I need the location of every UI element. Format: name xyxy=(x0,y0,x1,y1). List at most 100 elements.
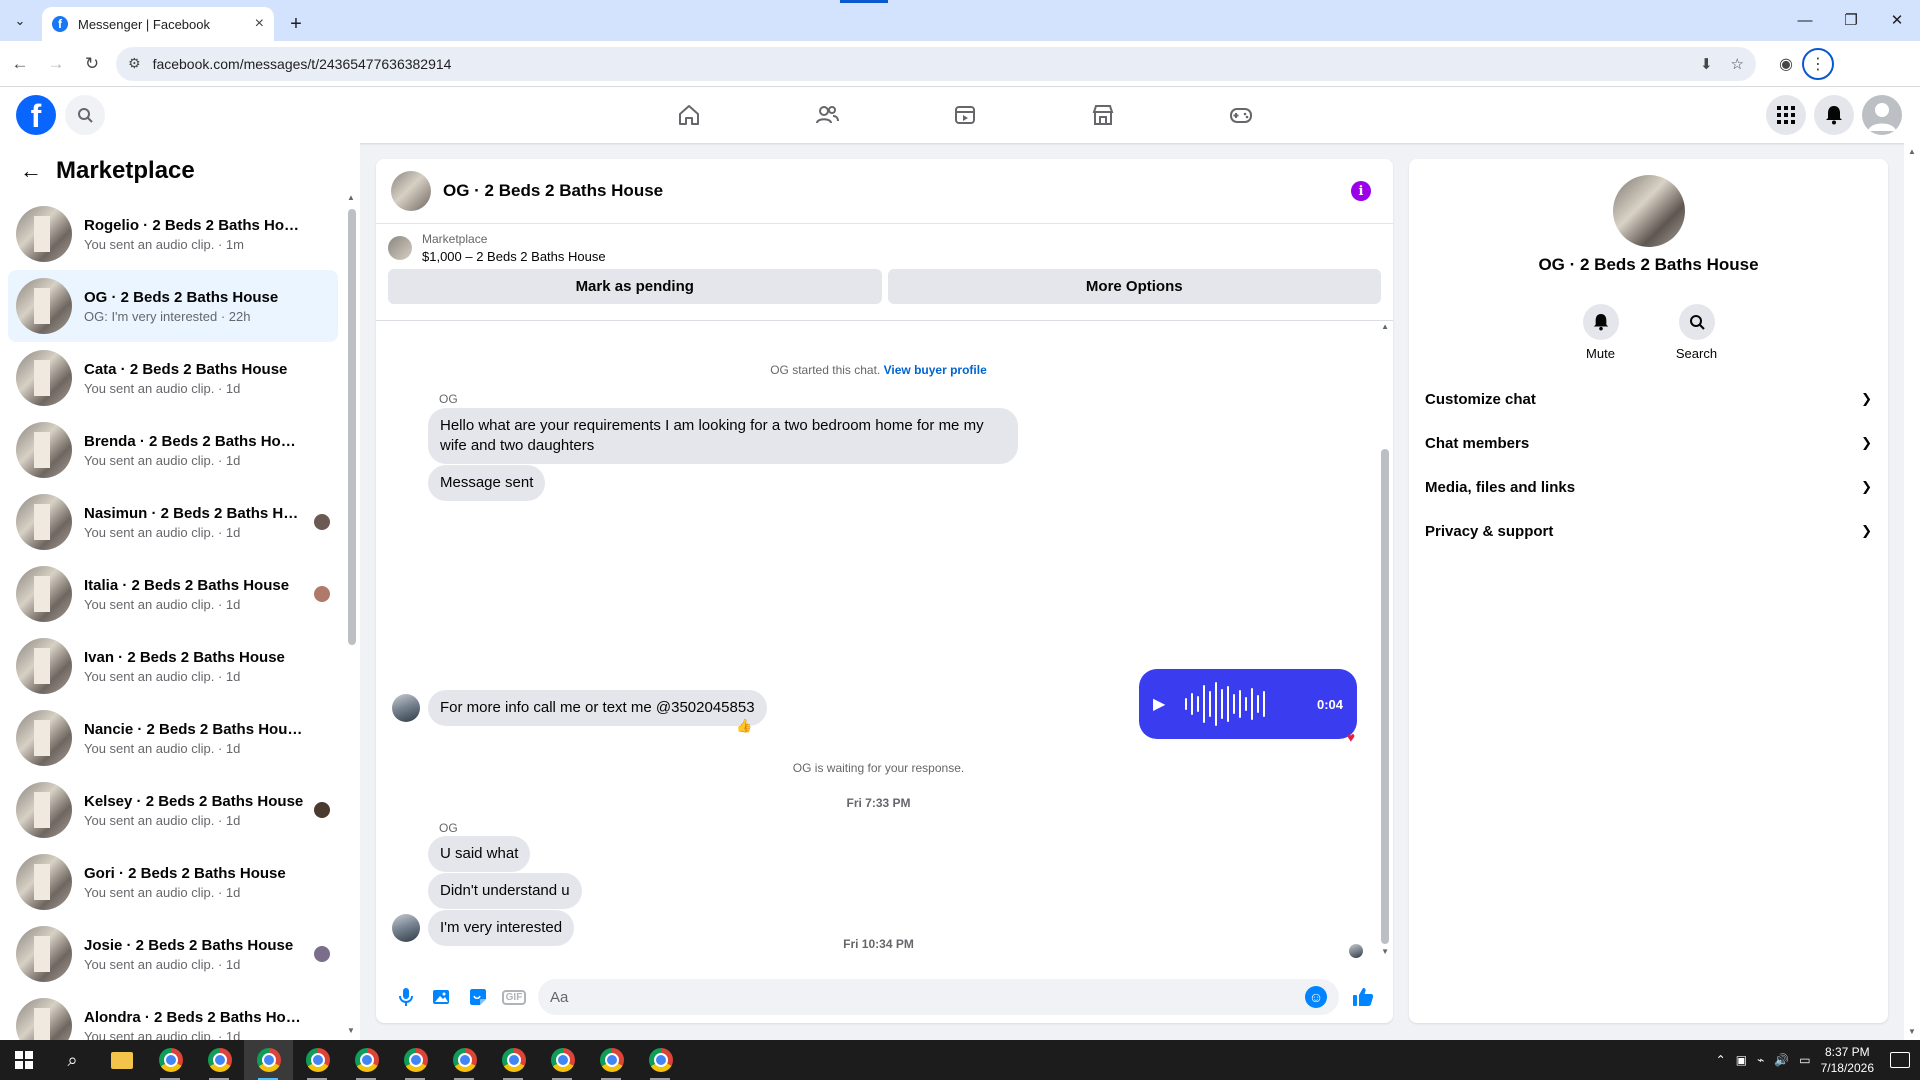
conversation-item[interactable]: Italia · 2 Beds 2 Baths House You sent an… xyxy=(8,558,338,630)
conversation-item[interactable]: Brenda · 2 Beds 2 Baths House You sent an… xyxy=(8,414,338,486)
volume-icon[interactable]: 🔊 xyxy=(1774,1053,1789,1067)
listing-summary[interactable]: Marketplace $1,000 – 2 Beds 2 Baths Hous… xyxy=(388,232,1381,264)
restore-button[interactable]: ❐ xyxy=(1828,0,1874,40)
message-bubble[interactable]: Didn't understand u xyxy=(428,873,582,909)
chat-members-section[interactable]: Chat members ❯ xyxy=(1425,421,1872,465)
chrome-taskbar-button[interactable] xyxy=(146,1040,195,1080)
gif-button[interactable]: GIF xyxy=(496,979,532,1015)
scroll-down-arrow[interactable]: ▼ xyxy=(347,1026,355,1035)
more-options-button[interactable]: More Options xyxy=(887,269,1381,304)
message-bubble[interactable]: I'm very interested xyxy=(428,910,575,946)
search-conversation-button[interactable]: Search xyxy=(1667,304,1727,361)
conversation-item[interactable]: Nasimun · 2 Beds 2 Baths House You sent a… xyxy=(8,486,338,558)
conversation-item[interactable]: Rogelio · 2 Beds 2 Baths House You sent a… xyxy=(8,198,338,270)
marketplace-tab[interactable] xyxy=(1034,87,1172,143)
taskbar-search-button[interactable]: ⌕ xyxy=(48,1040,97,1080)
start-button[interactable] xyxy=(0,1040,48,1080)
sidebar-scrollbar[interactable] xyxy=(348,209,356,645)
browser-menu-button[interactable]: ⋮ xyxy=(1802,47,1834,80)
account-avatar[interactable] xyxy=(1862,95,1902,135)
conversation-item[interactable]: Nancie · 2 Beds 2 Baths House You sent an… xyxy=(8,702,338,774)
thumbs-up-reaction-icon[interactable]: 👍 xyxy=(736,718,752,734)
conversation-item[interactable]: Cata · 2 Beds 2 Baths House You sent an a… xyxy=(8,342,338,414)
info-icon[interactable]: i xyxy=(1351,181,1371,201)
emoji-icon[interactable]: ☺ xyxy=(1305,986,1327,1008)
conversation-item-active[interactable]: OG · 2 Beds 2 Baths House OG: I'm very in… xyxy=(8,270,338,342)
chrome-taskbar-button[interactable] xyxy=(538,1040,587,1080)
chrome-taskbar-button[interactable] xyxy=(587,1040,636,1080)
audio-message[interactable]: ▶ 0:04 xyxy=(1139,669,1357,739)
chrome-taskbar-button[interactable] xyxy=(489,1040,538,1080)
scroll-down-arrow[interactable]: ▼ xyxy=(1908,1027,1916,1036)
play-icon[interactable]: ▶ xyxy=(1153,694,1173,714)
chat-avatar[interactable] xyxy=(391,171,431,211)
message-bubble[interactable]: For more info call me or text me @350204… xyxy=(428,690,767,726)
bookmark-star-icon[interactable]: ☆ xyxy=(1731,55,1744,73)
conversation-item[interactable]: Kelsey · 2 Beds 2 Baths House You sent an… xyxy=(8,774,338,846)
sender-avatar[interactable] xyxy=(392,914,420,942)
page-scrollbar[interactable]: ▲ ▼ xyxy=(1904,143,1920,1040)
conversation-item[interactable]: Ivan · 2 Beds 2 Baths House You sent an a… xyxy=(8,630,338,702)
tab-search-button[interactable]: ⌄ xyxy=(6,7,34,35)
url-text[interactable]: facebook.com/messages/t/2436547763638291… xyxy=(153,56,1682,72)
chrome-taskbar-button-active[interactable] xyxy=(244,1040,293,1080)
conversation-item[interactable]: Josie · 2 Beds 2 Baths House You sent an … xyxy=(8,918,338,990)
network-icon[interactable]: ⌁ xyxy=(1757,1053,1764,1067)
chrome-taskbar-button[interactable] xyxy=(342,1040,391,1080)
menu-grid-button[interactable] xyxy=(1766,95,1806,135)
chat-title[interactable]: OG · 2 Beds 2 Baths House xyxy=(443,181,663,201)
details-avatar[interactable] xyxy=(1613,175,1685,247)
chrome-taskbar-button[interactable] xyxy=(636,1040,685,1080)
privacy-support-section[interactable]: Privacy & support ❯ xyxy=(1425,509,1872,553)
thumbs-up-send-icon[interactable] xyxy=(1345,979,1381,1015)
sender-avatar[interactable] xyxy=(392,694,420,722)
microphone-icon[interactable] xyxy=(388,979,424,1015)
video-tab[interactable] xyxy=(896,87,1034,143)
home-tab[interactable] xyxy=(620,87,758,143)
back-arrow-icon[interactable]: ← xyxy=(20,158,42,184)
notifications-button[interactable] xyxy=(1814,95,1854,135)
facebook-logo-icon[interactable]: f xyxy=(16,95,56,135)
close-window-button[interactable]: ✕ xyxy=(1874,0,1920,40)
profile-icon[interactable]: ◉ xyxy=(1770,48,1802,80)
message-input[interactable]: Aa ☺ xyxy=(538,979,1339,1015)
mark-pending-button[interactable]: Mark as pending xyxy=(388,269,882,304)
file-explorer-button[interactable] xyxy=(97,1040,146,1080)
forward-button[interactable]: → xyxy=(40,48,72,80)
conversation-item[interactable]: Gori · 2 Beds 2 Baths House You sent an a… xyxy=(8,846,338,918)
system-clock[interactable]: 8:37 PM 7/18/2026 xyxy=(1821,1044,1874,1076)
new-tab-button[interactable]: + xyxy=(282,10,310,38)
gaming-tab[interactable] xyxy=(1172,87,1310,143)
scroll-down-arrow[interactable]: ▼ xyxy=(1381,947,1389,956)
back-button[interactable]: ← xyxy=(4,48,36,80)
minimize-button[interactable]: — xyxy=(1782,0,1828,40)
display-icon[interactable]: ▭ xyxy=(1799,1053,1810,1067)
tab-close-icon[interactable]: × xyxy=(255,15,264,33)
friends-tab[interactable] xyxy=(758,87,896,143)
chrome-taskbar-button[interactable] xyxy=(391,1040,440,1080)
meet-icon[interactable]: ▣ xyxy=(1736,1053,1747,1067)
scroll-up-arrow[interactable]: ▲ xyxy=(1908,147,1916,156)
heart-reaction-icon[interactable]: ♥ xyxy=(1347,729,1355,745)
thread-scrollbar[interactable] xyxy=(1381,449,1389,944)
notification-center-icon[interactable] xyxy=(1890,1052,1910,1068)
message-bubble[interactable]: Message sent xyxy=(428,465,546,501)
message-bubble[interactable]: Hello what are your requirements I am lo… xyxy=(428,408,1018,464)
reload-button[interactable]: ↻ xyxy=(76,48,108,80)
facebook-search-button[interactable] xyxy=(65,95,105,135)
scroll-up-arrow[interactable]: ▲ xyxy=(1381,322,1389,331)
mute-button[interactable]: Mute xyxy=(1571,304,1631,361)
attach-photo-icon[interactable] xyxy=(424,979,460,1015)
scroll-up-arrow[interactable]: ▲ xyxy=(347,193,355,202)
customize-chat-section[interactable]: Customize chat ❯ xyxy=(1425,377,1872,421)
chrome-taskbar-button[interactable] xyxy=(195,1040,244,1080)
browser-tab[interactable]: f Messenger | Facebook × xyxy=(42,7,274,41)
chrome-taskbar-button[interactable] xyxy=(293,1040,342,1080)
sticker-icon[interactable] xyxy=(460,979,496,1015)
message-bubble[interactable]: U said what xyxy=(428,836,531,872)
view-buyer-profile-link[interactable]: View buyer profile xyxy=(884,363,987,377)
install-app-icon[interactable]: ⬇ xyxy=(1700,55,1713,73)
chrome-taskbar-button[interactable] xyxy=(440,1040,489,1080)
media-files-links-section[interactable]: Media, files and links ❯ xyxy=(1425,465,1872,509)
tray-overflow-icon[interactable]: ⌃ xyxy=(1716,1053,1726,1067)
